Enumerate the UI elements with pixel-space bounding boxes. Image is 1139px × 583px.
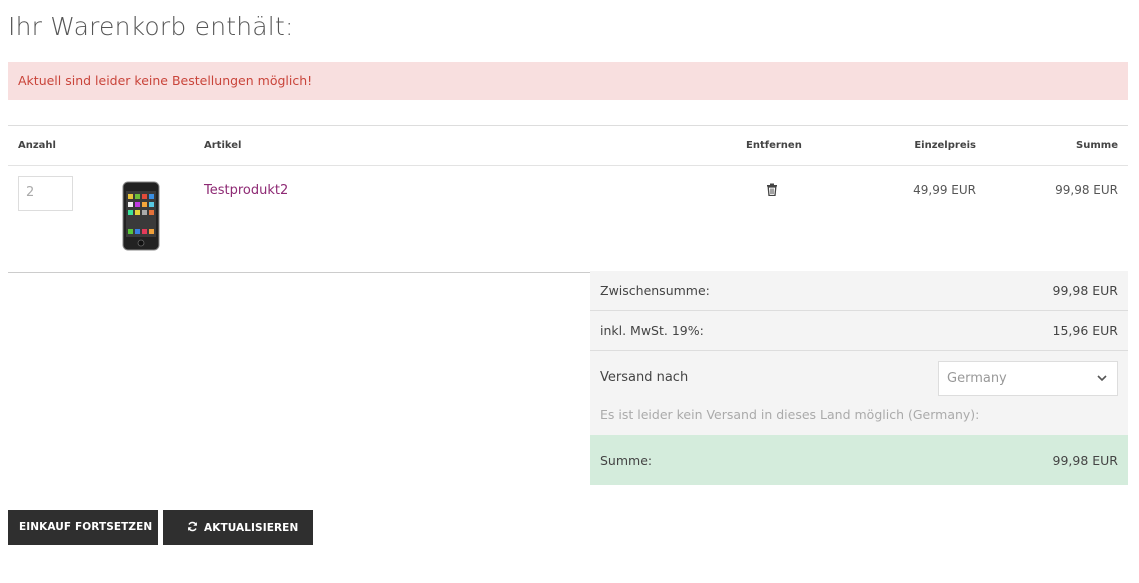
totals-panel: Zwischensumme: 99,98 EUR inkl. MwSt. 19%… xyxy=(590,271,1128,485)
page-title: Ihr Warenkorb enthält: xyxy=(8,12,294,41)
vat-value: 15,96 EUR xyxy=(1052,323,1119,338)
continue-shopping-button[interactable]: EINKAUF FORTSETZEN xyxy=(8,510,163,545)
order-disabled-alert: Aktuell sind leider keine Bestellungen m… xyxy=(8,62,1128,100)
product-link[interactable]: Testprodukt2 xyxy=(204,183,288,198)
unit-price: 49,99 EUR xyxy=(913,183,976,197)
caret-right-icon xyxy=(158,522,163,530)
update-cart-button[interactable]: AKTUALISIEREN xyxy=(163,510,313,545)
header-remove: Entfernen xyxy=(746,140,802,151)
cart-table: Anzahl Artikel Entfernen Einzelpreis Sum… xyxy=(8,125,1128,273)
vat-label: inkl. MwSt. 19%: xyxy=(600,323,704,338)
continue-shopping-label: EINKAUF FORTSETZEN xyxy=(19,521,153,533)
shipping-note: Es ist leider kein Versand in dieses Lan… xyxy=(600,407,980,422)
subtotal-label: Zwischensumme: xyxy=(600,283,710,298)
trash-icon[interactable] xyxy=(766,183,778,196)
table-row: 2 Testprodukt2 49,99 EUR 99,98 EUR xyxy=(8,166,1128,273)
update-cart-label: AKTUALISIEREN xyxy=(204,522,299,534)
header-unit-price: Einzelpreis xyxy=(914,140,976,151)
header-quantity: Anzahl xyxy=(18,140,56,151)
header-total: Summe xyxy=(1076,140,1118,151)
refresh-icon xyxy=(188,521,197,532)
total-value: 99,98 EUR xyxy=(1052,453,1119,468)
shipping-label: Versand nach xyxy=(600,370,689,385)
header-article: Artikel xyxy=(204,140,242,151)
row-total: 99,98 EUR xyxy=(1055,183,1118,197)
subtotal-value: 99,98 EUR xyxy=(1052,283,1119,298)
total-row: Summe: 99,98 EUR xyxy=(590,435,1128,485)
subtotal-row: Zwischensumme: 99,98 EUR xyxy=(590,271,1128,311)
product-image[interactable] xyxy=(122,181,160,251)
shipping-row: Versand nach Germany Es ist leider kein … xyxy=(590,351,1128,435)
chevron-down-icon xyxy=(1097,375,1107,382)
total-label: Summe: xyxy=(600,453,653,468)
shipping-country-value: Germany xyxy=(947,371,1007,386)
shipping-country-select[interactable]: Germany xyxy=(938,361,1118,396)
vat-row: inkl. MwSt. 19%: 15,96 EUR xyxy=(590,311,1128,351)
quantity-input[interactable]: 2 xyxy=(18,176,73,211)
table-header: Anzahl Artikel Entfernen Einzelpreis Sum… xyxy=(8,125,1128,166)
